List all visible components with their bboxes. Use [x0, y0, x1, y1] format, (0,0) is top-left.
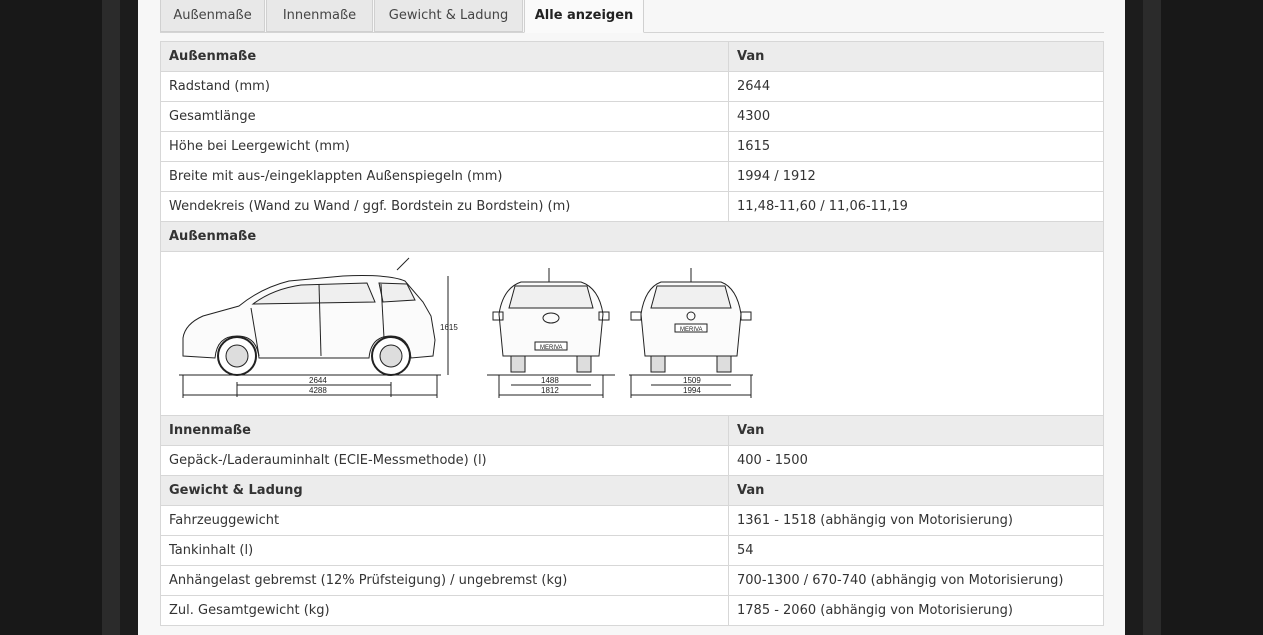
table-row: Gesamtlänge 4300	[160, 101, 1104, 132]
spec-label: Gepäck-/Laderauminhalt (ECIE-Messmethode…	[160, 445, 729, 476]
content-panel: Außenmaße Innenmaße Gewicht & Ladung All…	[138, 0, 1125, 635]
table-row: Höhe bei Leergewicht (mm) 1615	[160, 131, 1104, 162]
tab-weight-load[interactable]: Gewicht & Ladung	[374, 0, 523, 32]
section-header-interior: Innenmaße Van	[160, 415, 1104, 446]
table-row: Radstand (mm) 2644	[160, 71, 1104, 102]
spec-label: Breite mit aus-/eingeklappten Außenspieg…	[160, 161, 729, 192]
table-row: Anhängelast gebremst (12% Prüfsteigung) …	[160, 565, 1104, 596]
table-row: Gepäck-/Laderauminhalt (ECIE-Messmethode…	[160, 445, 1104, 476]
column-header: Van	[728, 475, 1104, 506]
height-label: 1615	[440, 323, 458, 332]
tab-bar: Außenmaße Innenmaße Gewicht & Ladung All…	[160, 0, 1104, 33]
spec-value: 54	[728, 535, 1104, 566]
column-header: Van	[728, 415, 1104, 446]
right-backdrop	[1143, 0, 1263, 635]
front-width-label: 1812	[541, 386, 559, 395]
spec-label: Fahrzeuggewicht	[160, 505, 729, 536]
spec-value: 1994 / 1912	[728, 161, 1104, 192]
spec-label: Wendekreis (Wand zu Wand / ggf. Bordstei…	[160, 191, 729, 222]
section-title: Außenmaße	[160, 41, 729, 72]
table-row: Wendekreis (Wand zu Wand / ggf. Bordstei…	[160, 191, 1104, 222]
section-title: Gewicht & Ladung	[160, 475, 729, 506]
section-title: Innenmaße	[160, 415, 729, 446]
wheelbase-label: 2644	[309, 376, 327, 385]
dimension-diagram-row: 2644 4288 1615 MERIVA 1488 1812 MERIVA 1…	[160, 251, 1104, 416]
spec-table: Außenmaße Van Radstand (mm) 2644 Gesamtl…	[160, 41, 1104, 626]
spec-value: 1615	[728, 131, 1104, 162]
spec-label: Tankinhalt (l)	[160, 535, 729, 566]
spec-value: 1785 - 2060 (abhängig von Motorisierung)	[728, 595, 1104, 626]
spec-label: Höhe bei Leergewicht (mm)	[160, 131, 729, 162]
spec-label: Radstand (mm)	[160, 71, 729, 102]
spec-value: 400 - 1500	[728, 445, 1104, 476]
table-row: Tankinhalt (l) 54	[160, 535, 1104, 566]
spec-value: 4300	[728, 101, 1104, 132]
rear-width-label: 1994	[683, 386, 701, 395]
section-header-weight: Gewicht & Ladung Van	[160, 475, 1104, 506]
spec-value: 1361 - 1518 (abhängig von Motorisierung)	[728, 505, 1104, 536]
section-title: Außenmaße	[160, 221, 1104, 252]
left-backdrop	[0, 0, 120, 635]
tab-show-all[interactable]: Alle anzeigen	[524, 0, 644, 33]
spec-label: Zul. Gesamtgewicht (kg)	[160, 595, 729, 626]
length-label: 4288	[309, 386, 327, 395]
rear-badge: MERIVA	[680, 327, 703, 333]
spec-label: Anhängelast gebremst (12% Prüfsteigung) …	[160, 565, 729, 596]
section-header-exterior: Außenmaße Van	[160, 41, 1104, 72]
spec-value: 11,48-11,60 / 11,06-11,19	[728, 191, 1104, 222]
table-row: Fahrzeuggewicht 1361 - 1518 (abhängig vo…	[160, 505, 1104, 536]
spec-label: Gesamtlänge	[160, 101, 729, 132]
table-row: Breite mit aus-/eingeklappten Außenspieg…	[160, 161, 1104, 192]
tab-interior[interactable]: Innenmaße	[266, 0, 373, 32]
tab-exterior[interactable]: Außenmaße	[160, 0, 265, 32]
front-view-drawing: MERIVA 1488 1812	[487, 268, 615, 398]
front-badge: MERIVA	[540, 345, 563, 351]
section-header-diagram: Außenmaße	[160, 221, 1104, 252]
side-view-drawing: 2644 4288 1615	[179, 257, 458, 398]
spec-value: 700-1300 / 670-740 (abhängig von Motoris…	[728, 565, 1104, 596]
column-header: Van	[728, 41, 1104, 72]
front-track-label: 1488	[541, 376, 559, 385]
spec-value: 2644	[728, 71, 1104, 102]
rear-track-label: 1509	[683, 376, 701, 385]
car-dimension-drawing: 2644 4288 1615 MERIVA 1488 1812 MERIVA 1…	[179, 257, 753, 398]
rear-view-drawing: MERIVA 1509 1994	[629, 268, 753, 398]
table-row: Zul. Gesamtgewicht (kg) 1785 - 2060 (abh…	[160, 595, 1104, 626]
